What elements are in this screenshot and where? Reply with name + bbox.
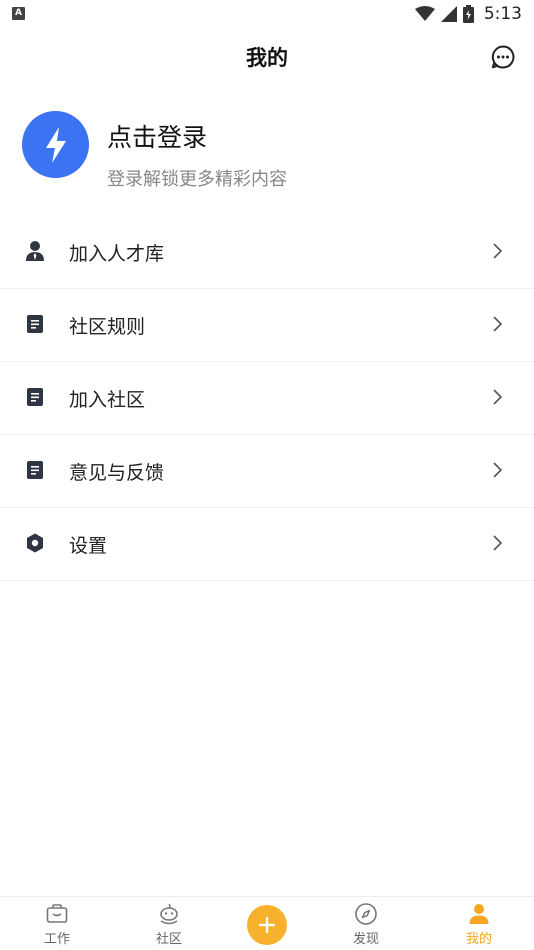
chevron-right-icon [493,389,503,405]
signal-icon [440,6,457,22]
lightning-icon [45,126,66,163]
wifi-icon [414,6,435,21]
menu-item-label: 社区规则 [69,316,146,338]
nav-tab-work[interactable]: 工作 [17,897,97,950]
chevron-right-icon [493,462,503,478]
menu-item-settings[interactable]: 设置 [0,508,534,581]
menu-item-talent-pool[interactable]: 加入人才库 [0,216,534,289]
login-title[interactable]: 点击登录 [107,118,207,154]
document-icon [27,388,43,406]
login-card[interactable]: 点击登录 登录解锁更多精彩内容 [0,108,534,198]
document-icon [27,461,43,479]
document-icon [27,315,43,333]
person-icon [469,904,489,924]
settings-hexagon-icon [27,533,43,553]
chevron-right-icon [493,316,503,332]
login-subtitle: 登录解锁更多精彩内容 [107,169,287,190]
menu-item-label: 设置 [69,535,108,557]
nav-label: 社区 [155,932,182,947]
compass-icon [355,903,377,925]
nav-tab-mine[interactable]: 我的 [439,897,519,950]
community-icon [160,903,178,925]
chevron-right-icon [493,243,503,259]
nav-label: 我的 [465,932,492,947]
plus-icon [258,916,276,934]
avatar[interactable] [22,111,89,178]
nav-tab-community[interactable]: 社区 [129,897,209,950]
status-icons: 5:13 [414,3,522,25]
nav-label: 工作 [43,932,70,947]
battery-icon [462,5,474,23]
nav-tab-discover[interactable]: 发现 [326,897,406,950]
clock: 5:13 [483,4,522,24]
bottom-nav: 工作 社区 发现 我的 [0,896,534,950]
nav-label: 发现 [352,932,379,947]
menu-item-community-rules[interactable]: 社区规则 [0,289,534,362]
menu-item-label: 加入人才库 [69,243,165,265]
menu-item-join-community[interactable]: 加入社区 [0,362,534,435]
chat-bubble-icon [491,45,515,69]
status-bar: A 5:13 [0,0,534,28]
chevron-right-icon [493,535,503,551]
screen: A 5:13 我的 点击登录 登录解锁更多精彩内容 加入人才库 社区规则 加入社… [0,0,534,950]
page-title: 我的 [246,46,288,70]
publish-button[interactable] [247,905,287,945]
menu-item-label: 加入社区 [69,389,146,411]
menu-item-feedback[interactable]: 意见与反馈 [0,435,534,508]
menu-item-label: 意见与反馈 [69,462,165,484]
message-button[interactable] [490,44,516,70]
notification-icon: A [12,7,25,20]
person-icon [26,241,44,261]
briefcase-icon [46,904,68,923]
menu-list: 加入人才库 社区规则 加入社区 意见与反馈 设置 [0,216,534,581]
header: 我的 [0,28,534,86]
